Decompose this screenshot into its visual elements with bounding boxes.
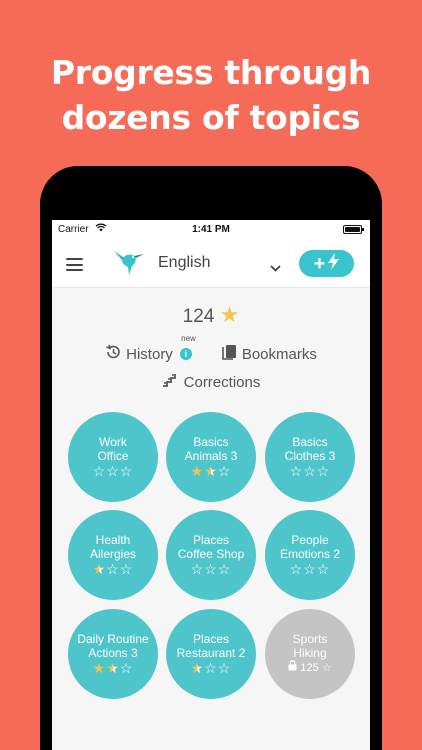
star-empty-icon: ☆ [106,561,120,577]
topic-rating: ★★☆ [68,660,158,677]
topic-rating: ★★☆ [166,463,256,480]
shortcut-links: History new i Bookmarks [52,334,370,364]
language-selector[interactable]: English [158,254,210,272]
info-icon[interactable]: i [179,348,192,360]
topic-name: Clothes 3 [284,449,336,463]
headline-line-1: Progress through [50,53,372,92]
hummingbird-logo-icon [112,247,146,282]
star-half-icon: ★ [204,463,218,479]
topic-category: Daily Routine [77,632,149,646]
promo-headline: Progress through dozens of topics [0,50,422,140]
bookmarks-label: Bookmarks [241,345,317,363]
headline-line-2: dozens of topics [61,98,361,137]
star-empty-icon: ☆ [190,561,205,577]
app-screen: Carrier 1:41 PM English + 124 ★ History … [52,220,370,750]
unlock-requirement: 125 ☆ [265,660,355,677]
star-outline-icon: ☆ [321,662,332,674]
topic-name: Coffee Shop [177,547,245,561]
corrections-icon [162,373,178,391]
topic-circle[interactable]: Places Restaurant 2 ★☆☆ [166,609,256,699]
topic-category: Work [99,435,127,449]
star-empty-icon: ☆ [119,561,134,577]
star-empty-icon: ☆ [316,561,331,577]
star-empty-icon: ☆ [204,561,218,577]
topic-circle[interactable]: Places Coffee Shop ☆☆☆ [166,510,256,600]
star-half-icon: ★ [92,561,107,577]
hamburger-menu-icon[interactable] [66,258,83,271]
topic-name: Actions 3 [88,646,138,660]
corrections-label: Corrections [183,373,261,391]
topic-name: Animals 3 [184,449,238,463]
status-bar: Carrier 1:41 PM [52,220,370,240]
star-filled-icon: ★ [92,660,107,676]
bookmarks-icon [222,344,237,364]
topic-name: Emotions 2 [279,547,341,561]
unlock-stars-count: 125 [300,662,319,674]
topic-category: Places [192,632,230,646]
history-label: History [126,345,173,363]
topic-circle[interactable]: Basics Animals 3 ★★☆ [166,412,256,502]
topic-circle[interactable]: Basics Clothes 3 ☆☆☆ [265,412,355,502]
topic-rating: ★☆☆ [68,561,158,578]
topic-circle[interactable]: Sports Hiking 125 ☆ [265,609,355,699]
topic-circle[interactable]: People Emotions 2 ☆☆☆ [265,510,355,600]
topic-name: Hiking [293,646,327,660]
star-empty-icon: ☆ [119,463,134,479]
clock: 1:41 PM [192,224,230,235]
topic-name: Office [97,449,129,463]
corrections-link[interactable]: Corrections [52,373,370,391]
topic-category: Places [192,533,230,547]
topic-name: Allergies [89,547,137,561]
stars-count: 124 [182,306,215,327]
topic-category: People [291,533,329,547]
topic-category: Sports [292,632,328,646]
phone-frame: Carrier 1:41 PM English + 124 ★ History … [40,166,382,750]
star-empty-icon: ☆ [217,463,232,479]
star-empty-icon: ☆ [289,561,304,577]
star-empty-icon: ☆ [106,463,120,479]
topic-category: Health [95,533,131,547]
stars-total: 124 ★ [52,302,370,328]
star-empty-icon: ☆ [303,561,317,577]
topic-category: Basics [292,435,328,449]
lock-icon [288,660,297,677]
bookmarks-link[interactable]: Bookmarks [222,344,317,364]
star-empty-icon: ☆ [289,463,304,479]
history-link[interactable]: History new i [105,334,196,364]
star-half-icon: ★ [190,660,205,676]
boost-button[interactable]: + [299,250,354,277]
topic-name: Restaurant 2 [176,646,246,660]
topic-rating: ★☆☆ [166,660,256,677]
star-empty-icon: ☆ [204,660,218,676]
star-empty-icon: ☆ [303,463,317,479]
star-icon: ★ [219,302,240,327]
topic-rating: ☆☆☆ [265,561,355,578]
battery-icon [343,225,364,234]
star-empty-icon: ☆ [92,463,107,479]
topic-circle[interactable]: Daily Routine Actions 3 ★★☆ [68,609,158,699]
chevron-down-icon[interactable] [270,259,281,277]
topic-category: Basics [193,435,229,449]
history-icon [105,344,121,364]
new-badge: new [181,334,196,343]
star-empty-icon: ☆ [217,561,232,577]
star-filled-icon: ★ [190,463,205,479]
topic-rating: ☆☆☆ [68,463,158,480]
star-empty-icon: ☆ [119,660,134,676]
boost-plus-label: + [313,252,326,275]
topic-rating: ☆☆☆ [265,463,355,480]
top-navbar: English + [52,240,370,288]
star-empty-icon: ☆ [217,660,232,676]
topic-circle[interactable]: Work Office ☆☆☆ [68,412,158,502]
topic-rating: ☆☆☆ [166,561,256,578]
lightning-icon [328,253,340,274]
star-half-icon: ★ [106,660,120,676]
topic-circle[interactable]: Health Allergies ★☆☆ [68,510,158,600]
star-empty-icon: ☆ [316,463,331,479]
